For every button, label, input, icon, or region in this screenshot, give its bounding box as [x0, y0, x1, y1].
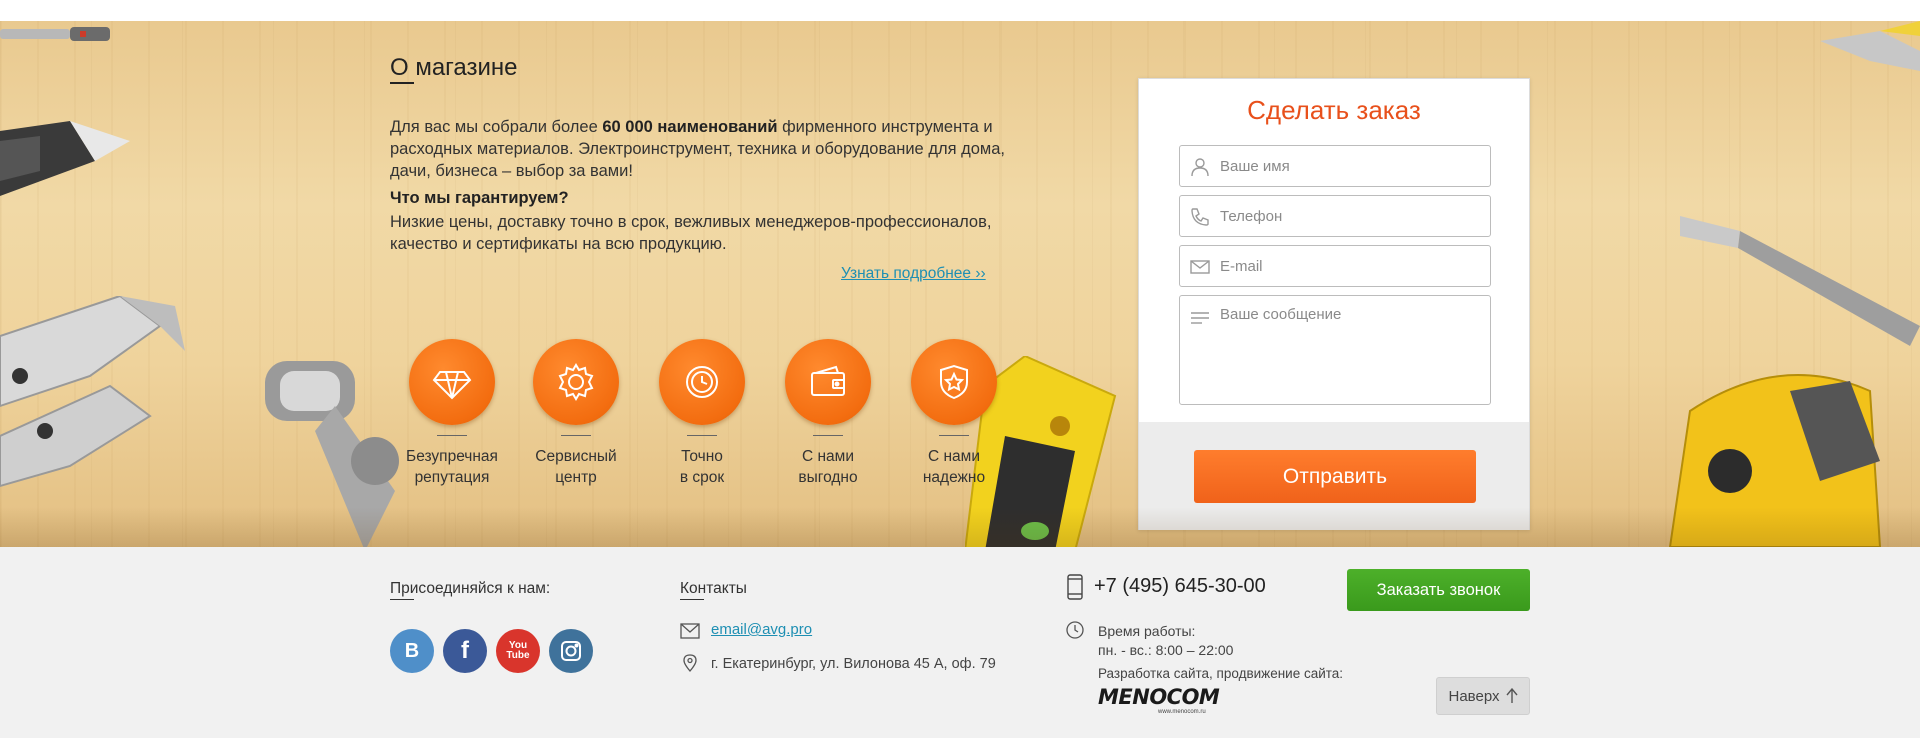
submit-button[interactable]: Отправить [1194, 450, 1476, 503]
clock-icon [1066, 621, 1084, 639]
contact-email-link[interactable]: email@avg.pro [711, 621, 812, 638]
facebook-icon: f [461, 637, 469, 664]
feature-circle [911, 339, 997, 425]
message-field[interactable] [1179, 295, 1491, 405]
scroll-to-top-label: Наверх [1448, 687, 1500, 705]
about-intro-text: Для вас мы собрали более 60 000 наименов… [390, 116, 1030, 182]
contacts-heading-underline [680, 599, 704, 600]
order-form-title: Сделать заказ [1247, 95, 1421, 125]
feature-label: С нами выгодно [798, 448, 858, 486]
user-icon [1191, 158, 1209, 177]
working-hours-label: Время работы: [1098, 623, 1196, 639]
about-intro-pre: Для вас мы собрали более [390, 118, 603, 136]
clock-icon [686, 366, 718, 398]
about-title: О магазине [390, 54, 518, 81]
feature-circle [533, 339, 619, 425]
diamond-icon [432, 371, 472, 400]
join-heading: Присоединяйся к нам: [390, 580, 551, 597]
phone-input[interactable] [1220, 196, 1485, 236]
guarantee-text: Низкие цены, доставку точно в срок, вежл… [390, 213, 992, 253]
vk-icon: B [404, 639, 420, 662]
contacts-heading: Контакты [680, 580, 747, 597]
feature-circle [659, 339, 745, 425]
pliers-top-right-decor [1820, 21, 1920, 71]
feature-divider [813, 435, 843, 436]
wallet-icon [811, 365, 845, 396]
feature-label: Безупречная репутация [406, 448, 498, 486]
instagram-button[interactable]: ig [549, 629, 593, 673]
location-pin-icon [683, 654, 697, 672]
message-input[interactable] [1220, 306, 1485, 402]
about-section: О магазине Для вас мы собрали более 60 0… [0, 21, 1920, 547]
feature-divider [939, 435, 969, 436]
about-title-underline [390, 82, 414, 84]
working-hours-value: пн. - вс.: 8:00 – 22:00 [1098, 642, 1234, 658]
arrow-up-icon [1505, 688, 1518, 703]
facebook-button[interactable]: f [443, 629, 487, 673]
request-callback-button[interactable]: Заказать звонок [1347, 569, 1530, 611]
instagram-icon [561, 641, 581, 661]
phone-field[interactable] [1179, 195, 1491, 237]
scroll-to-top-button[interactable]: Наверх [1436, 677, 1530, 715]
feature-reputation: Безупречная репутация [387, 339, 517, 488]
gear-icon [558, 363, 594, 401]
youtube-icon: You Tube [506, 640, 530, 661]
utility-knife-decor [0, 121, 130, 196]
envelope-icon [680, 623, 700, 639]
guarantee-title: Что мы гарантируем? [390, 189, 569, 207]
developer-logo[interactable]: MENOCOM [1098, 685, 1220, 709]
feature-circle [409, 339, 495, 425]
email-field[interactable] [1179, 245, 1491, 287]
feature-divider [437, 435, 467, 436]
feature-profitable: С нами выгодно [763, 339, 893, 488]
contact-address: г. Екатеринбург, ул. Вилонова 45 А, оф. … [711, 656, 996, 672]
vk-button[interactable]: B [390, 629, 434, 673]
mobile-phone-icon [1067, 574, 1083, 600]
feature-reliable: С нами надежно [889, 339, 1019, 488]
name-field[interactable] [1179, 145, 1491, 187]
feature-on-time: Точно в срок [637, 339, 767, 488]
youtube-button[interactable]: You Tube [496, 629, 540, 673]
developer-logo-url: www.menocom.ru [1158, 709, 1206, 715]
feature-service-center: Сервисный центр [511, 339, 641, 488]
feature-label: Точно в срок [679, 448, 725, 486]
text-lines-icon [1191, 312, 1209, 324]
developer-label: Разработка сайта, продвижение сайта: [1098, 666, 1344, 681]
email-input[interactable] [1220, 246, 1485, 286]
feature-divider [687, 435, 717, 436]
feature-circle [785, 339, 871, 425]
shield-star-icon [940, 364, 968, 400]
contact-phone[interactable]: +7 (495) 645-30-00 [1094, 575, 1266, 598]
footer: Присоединяйся к нам: B f You Tube ig Кон… [0, 547, 1920, 738]
feature-divider [561, 435, 591, 436]
feature-label: Сервисный центр [535, 448, 617, 486]
about-intro-bold: 60 000 наименований [602, 118, 778, 136]
feature-label: С нами надежно [922, 448, 986, 486]
screwdriver-top-left-decor [0, 27, 110, 41]
hero-bottom-shadow [0, 507, 1920, 547]
phone-handset-icon [1191, 208, 1209, 226]
join-heading-underline [390, 599, 414, 600]
learn-more-link[interactable]: Узнать подробнее ›› [841, 265, 986, 283]
name-input[interactable] [1220, 146, 1485, 186]
screwdriver-right-decor [1680, 216, 1920, 346]
order-form: Сделать заказ Ваше имя Телефон E-mail Ва… [1138, 78, 1530, 530]
envelope-icon [1190, 260, 1210, 274]
